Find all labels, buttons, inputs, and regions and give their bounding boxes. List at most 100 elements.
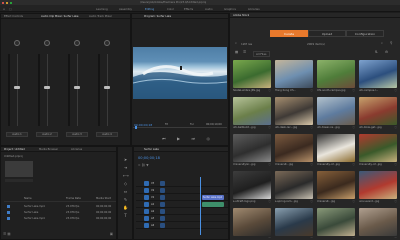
pan-knob-icon[interactable] bbox=[44, 40, 50, 46]
asset-thumbnail[interactable] bbox=[317, 60, 355, 88]
favorite-icon[interactable]: ♡ bbox=[268, 126, 271, 130]
track-target-toggle[interactable] bbox=[144, 195, 149, 200]
favorite-icon[interactable]: ♡ bbox=[352, 237, 355, 239]
zoom-window-icon[interactable] bbox=[9, 1, 13, 5]
workspace-libraries[interactable]: Libraries bbox=[248, 7, 260, 11]
workspace-effects[interactable]: Effects bbox=[184, 7, 193, 11]
pan-knob-icon[interactable] bbox=[14, 40, 20, 46]
minimize-window-icon[interactable] bbox=[5, 1, 9, 5]
fader-track[interactable] bbox=[77, 54, 78, 126]
fader-track[interactable] bbox=[17, 54, 18, 126]
tab-project[interactable]: Project: Untitled bbox=[4, 148, 25, 151]
workspace-learning[interactable]: Learning bbox=[96, 7, 108, 11]
stock-asset-card[interactable]: s-spring-rem...jpg ♡ bbox=[275, 171, 315, 207]
asset-thumbnail[interactable] bbox=[359, 134, 397, 162]
close-window-icon[interactable] bbox=[2, 1, 5, 5]
workspace-editing[interactable]: Editing bbox=[145, 7, 154, 11]
search-input[interactable] bbox=[5, 179, 33, 182]
play-icon[interactable]: ▶ bbox=[177, 136, 180, 142]
hand-tool-icon[interactable]: ✋ bbox=[123, 205, 128, 210]
tab-libraries[interactable]: Libraries bbox=[71, 148, 82, 151]
workspace-assembly[interactable]: Assembly bbox=[119, 7, 132, 11]
track-target-toggle[interactable] bbox=[144, 181, 149, 186]
favorite-icon[interactable]: ♡ bbox=[268, 237, 271, 239]
import-icon[interactable]: ▢ bbox=[9, 7, 12, 11]
pen-tool-icon[interactable]: ✎ bbox=[123, 197, 128, 202]
workspace-audio[interactable]: Audio bbox=[205, 7, 213, 11]
stock-asset-card[interactable]: s-ultraft-logo.png ♡ bbox=[233, 171, 273, 207]
asset-thumbnail[interactable] bbox=[275, 60, 313, 88]
fader-track[interactable] bbox=[107, 54, 108, 126]
track-lock-toggle[interactable] bbox=[160, 216, 165, 221]
favorite-icon[interactable]: ♡ bbox=[352, 126, 355, 130]
stock-asset-card[interactable]: ♡ bbox=[317, 208, 357, 238]
stock-asset-card[interactable]: ♡ bbox=[233, 208, 273, 238]
list-view-icon[interactable]: ☰ bbox=[243, 50, 246, 54]
track-target-toggle[interactable] bbox=[144, 223, 149, 228]
stock-asset-card[interactable]: University-of...jpg ♡ bbox=[359, 134, 399, 170]
list-item[interactable]: Surfer Lake.mp4 23.976 fps 00;00;00;00 bbox=[4, 216, 116, 222]
asset-thumbnail[interactable] bbox=[275, 171, 313, 199]
favorite-icon[interactable]: ♡ bbox=[310, 200, 313, 204]
stock-tab-upload[interactable]: Upload bbox=[308, 30, 346, 37]
volume-fader[interactable] bbox=[14, 86, 20, 90]
stock-asset-card[interactable]: Hong Kong Uh... ♡ bbox=[275, 60, 315, 96]
stock-asset-card[interactable]: University-of...jpg ♡ bbox=[317, 134, 357, 170]
stock-tab-curate[interactable]: Curate bbox=[270, 30, 308, 37]
favorite-icon[interactable]: ♡ bbox=[310, 163, 313, 167]
track-lock-toggle[interactable] bbox=[160, 188, 165, 193]
timeline-playhead[interactable] bbox=[200, 177, 201, 235]
favorite-icon[interactable]: ♡ bbox=[352, 163, 355, 167]
col-frame-rate[interactable]: Frame Rate bbox=[66, 197, 81, 200]
asset-thumbnail[interactable] bbox=[233, 208, 271, 236]
stock-asset-card[interactable]: uhi-desk-lec...jpg ♡ bbox=[275, 97, 315, 133]
favorite-icon[interactable]: ♡ bbox=[352, 89, 355, 93]
all-files-dropdown[interactable]: All Files bbox=[253, 50, 270, 57]
fader-track[interactable] bbox=[47, 54, 48, 126]
stock-asset-card[interactable]: uhi-campus-l... ♡ bbox=[359, 60, 399, 96]
asset-thumbnail[interactable] bbox=[275, 208, 313, 236]
selection-tool-icon[interactable]: ➤ bbox=[123, 157, 128, 162]
stock-asset-card[interactable]: Universit...jpg ♡ bbox=[275, 134, 315, 170]
col-name[interactable]: Name bbox=[24, 197, 32, 200]
track-target-toggle[interactable] bbox=[144, 202, 149, 207]
tab-program[interactable]: Program: Surfer Lake bbox=[144, 15, 171, 18]
slip-tool-icon[interactable]: ⇔ bbox=[123, 189, 128, 194]
stock-search-icon[interactable]: ⌕ bbox=[235, 41, 237, 45]
tab-audio-clip-mixer[interactable]: Audio Clip Mixer: Surfer Lake bbox=[41, 15, 87, 18]
track-lock-toggle[interactable] bbox=[160, 223, 165, 228]
track-lock-toggle[interactable] bbox=[160, 209, 165, 214]
track-target-toggle[interactable] bbox=[144, 216, 149, 221]
track-target-toggle[interactable] bbox=[144, 209, 149, 214]
tab-effect-controls[interactable]: Effect Controls bbox=[4, 15, 23, 18]
quality-select[interactable]: Full bbox=[190, 123, 194, 126]
volume-fader[interactable] bbox=[74, 86, 80, 90]
pan-knob-icon[interactable] bbox=[104, 40, 110, 46]
stock-asset-card[interactable]: univ-event...jpg ♡ bbox=[359, 171, 399, 207]
workspace-color[interactable]: Color bbox=[167, 7, 174, 11]
link-icon[interactable]: ⛓ bbox=[141, 163, 145, 167]
stock-asset-card[interactable]: ♡ bbox=[275, 208, 315, 238]
video-clip[interactable]: Surfer Lake.mp4 bbox=[202, 195, 224, 200]
fit-select[interactable]: Fit bbox=[165, 123, 168, 126]
favorite-icon[interactable]: ♡ bbox=[268, 89, 271, 93]
asset-thumbnail[interactable] bbox=[233, 60, 271, 88]
stock-asset-card[interactable]: uhi-bellbuild...jpg ♡ bbox=[233, 97, 273, 133]
program-scrub-bar[interactable] bbox=[133, 127, 227, 128]
asset-thumbnail[interactable] bbox=[359, 60, 397, 88]
sort-icon[interactable]: ⇅ bbox=[375, 50, 378, 54]
asset-thumbnail[interactable] bbox=[233, 171, 271, 199]
favorite-icon[interactable]: ♡ bbox=[394, 89, 397, 93]
tab-audio-track-mixer[interactable]: Audio Track Mixer bbox=[89, 15, 129, 18]
workspace-graphics[interactable]: Graphics bbox=[224, 7, 236, 11]
tab-adobe-stock[interactable]: Adobe Stock bbox=[233, 14, 249, 17]
favorite-icon[interactable]: ♡ bbox=[352, 200, 355, 204]
stock-search-icon-2[interactable]: ⌕ bbox=[381, 41, 383, 45]
step-back-icon[interactable]: ⏮ bbox=[162, 136, 166, 142]
asset-thumbnail[interactable] bbox=[233, 97, 271, 125]
stock-tab-configuration[interactable]: Configuration bbox=[346, 30, 384, 37]
favorite-icon[interactable]: ♡ bbox=[394, 200, 397, 204]
stock-asset-card[interactable]: uhi-blow-gat...jpg ♡ bbox=[359, 97, 399, 133]
asset-thumbnail[interactable] bbox=[317, 134, 355, 162]
clip-preview-thumbnail[interactable] bbox=[5, 161, 33, 177]
